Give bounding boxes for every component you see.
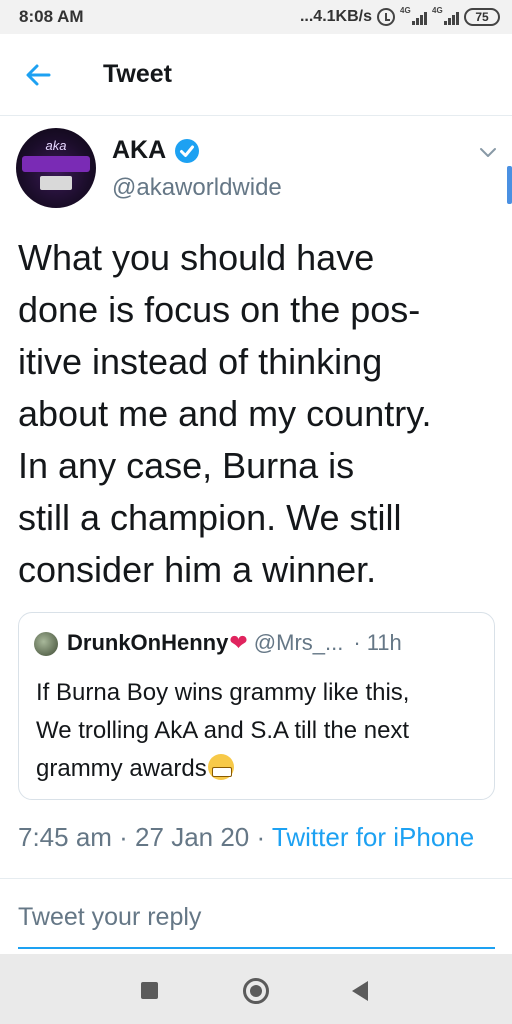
quote-author-handle: @Mrs_... (253, 630, 344, 655)
back-triangle-icon[interactable] (352, 981, 368, 1001)
reply-input[interactable]: Tweet your reply (18, 903, 495, 949)
heart-icon: ❤ (229, 630, 248, 655)
tweet-source-link[interactable]: Twitter for iPhone (272, 822, 474, 852)
tweet-meta: 7:45 am · 27 Jan 20 · Twitter for iPhone (18, 820, 508, 878)
signal-label-2: 4G (432, 6, 443, 15)
quoted-tweet[interactable]: DrunkOnHenny ❤ @Mrs_... · 11h If Burna B… (18, 612, 495, 800)
quote-time: 11h (366, 630, 402, 655)
signal-label: 4G (400, 6, 411, 15)
tweet-text: What you should have done is focus on th… (18, 237, 432, 590)
top-app-bar: Tweet (0, 34, 512, 116)
arrow-left-icon (26, 64, 51, 86)
quote-author-name: DrunkOnHenny (67, 630, 229, 655)
avatar-tag (40, 176, 72, 190)
separator-dot: · (353, 630, 361, 655)
verified-badge-icon (175, 139, 199, 163)
battery-icon: 75 (464, 8, 500, 26)
author-handle[interactable]: @akaworldwide (112, 174, 282, 202)
chevron-down-icon[interactable] (478, 142, 498, 162)
author-name[interactable]: AKA (112, 136, 166, 165)
avatar-logo-text: aka (45, 138, 67, 153)
home-icon[interactable] (243, 978, 269, 1004)
signal-icon: 4G (400, 6, 427, 25)
tweet-timestamp: 7:45 am · 27 Jan 20 · (18, 822, 272, 852)
recents-icon[interactable] (141, 982, 158, 999)
signal-icon-2: 4G (432, 6, 459, 25)
quote-text: If Burna Boy wins grammy like this, We t… (36, 674, 486, 788)
status-time: 8:08 AM (19, 7, 84, 26)
page-title: Tweet (103, 60, 172, 88)
quote-header: DrunkOnHenny ❤ @Mrs_... · 11h (67, 630, 402, 656)
status-bar: 8:08 AM ...4.1KB/s 4G 4G 75 (0, 0, 512, 34)
avatar-banner (22, 156, 90, 172)
network-speed: ...4.1KB/s (299, 8, 372, 25)
author-avatar[interactable]: aka (16, 128, 96, 208)
quote-avatar (34, 632, 58, 656)
crying-emoji-icon (207, 754, 234, 780)
status-icons: ...4.1KB/s 4G 4G 75 (300, 6, 500, 28)
scrollbar[interactable] (507, 166, 512, 204)
back-button[interactable] (22, 59, 54, 91)
reply-bar: Tweet your reply (0, 878, 512, 954)
alarm-icon (377, 8, 395, 26)
system-nav-bar (0, 954, 512, 1024)
